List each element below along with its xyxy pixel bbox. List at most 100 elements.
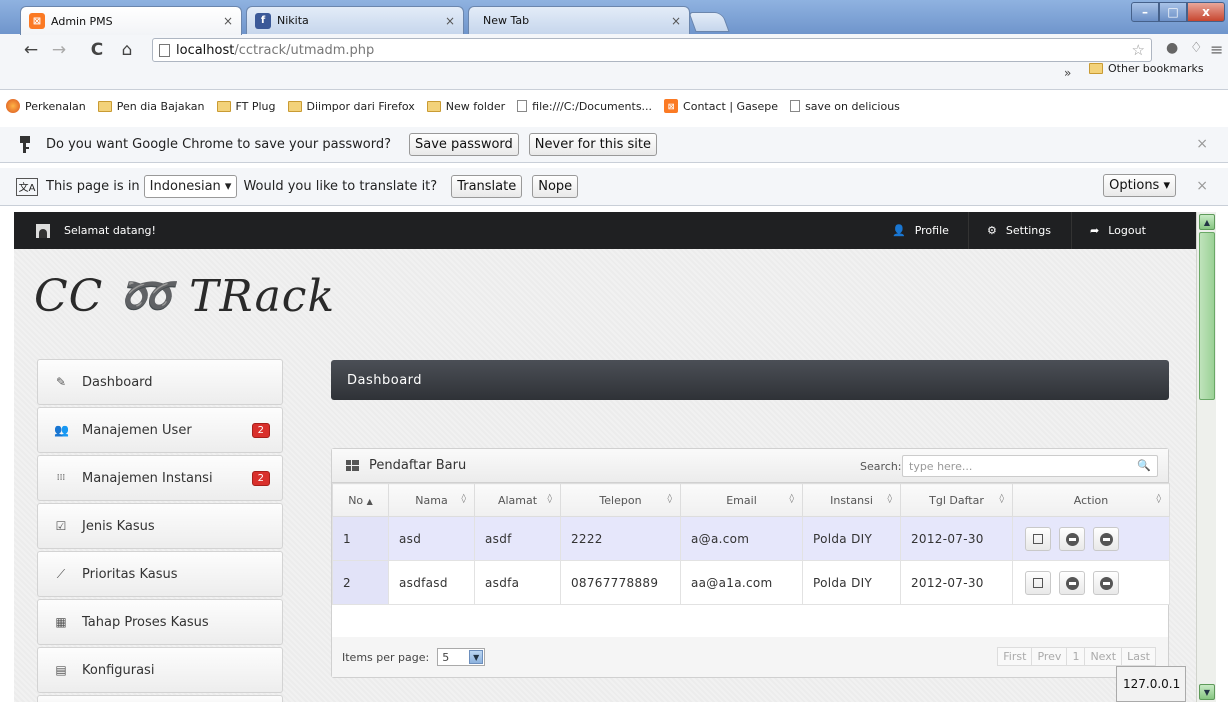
close-icon[interactable]: × bbox=[671, 14, 681, 28]
pager-first[interactable]: First bbox=[997, 647, 1033, 666]
sidebar-item[interactable] bbox=[37, 695, 283, 702]
pager-last[interactable]: Last bbox=[1121, 647, 1156, 666]
bookmark-item[interactable]: New folder bbox=[426, 100, 505, 113]
bookmark-item[interactable]: Pen dia Bajakan bbox=[97, 100, 205, 113]
column-header-email[interactable]: Email ◊ bbox=[680, 483, 803, 517]
pager-next[interactable]: Next bbox=[1084, 647, 1123, 666]
scroll-down-button[interactable]: ▼ bbox=[1199, 684, 1215, 700]
nope-button[interactable]: Nope bbox=[532, 175, 579, 198]
delete-button[interactable] bbox=[1093, 570, 1120, 595]
reload-button[interactable]: C bbox=[86, 40, 108, 60]
bell-icon[interactable]: ♢ bbox=[1190, 40, 1203, 56]
delete-button[interactable] bbox=[1093, 526, 1120, 551]
translate-icon: 文A bbox=[16, 177, 38, 196]
other-bookmarks[interactable]: Other bookmarks bbox=[1089, 62, 1204, 75]
gear-icon: ⚙ bbox=[987, 224, 997, 237]
column-header-nama[interactable]: Nama ◊ bbox=[388, 483, 475, 517]
bookmarks-overflow-button[interactable]: » bbox=[1064, 66, 1071, 80]
tab-new-tab[interactable]: New Tab × bbox=[468, 6, 690, 34]
scroll-up-button[interactable]: ▲ bbox=[1199, 214, 1215, 230]
sidebar-item-label: Manajemen User bbox=[82, 422, 192, 438]
table-row: 1 asd asdf 2222 a@a.com Polda DIY 2012-0… bbox=[332, 516, 1170, 561]
back-button[interactable]: ← bbox=[20, 40, 42, 60]
pager-page-1[interactable]: 1 bbox=[1066, 647, 1086, 666]
count-badge: 2 bbox=[251, 423, 270, 438]
column-header-instansi[interactable]: Instansi ◊ bbox=[802, 483, 901, 517]
folder-icon bbox=[1089, 63, 1103, 74]
sidebar-item-manajemen-instansi[interactable]: ⁞⁞⁞ Manajemen Instansi 2 bbox=[37, 455, 283, 501]
close-icon[interactable]: × bbox=[223, 14, 233, 28]
sidebar-item-konfigurasi[interactable]: ▤ Konfigurasi bbox=[37, 647, 283, 693]
password-infobar: Do you want Google Chrome to save your p… bbox=[0, 127, 1228, 163]
nav-logout[interactable]: ➦ Logout bbox=[1071, 212, 1164, 249]
user-icon bbox=[36, 223, 50, 238]
folder-icon bbox=[287, 100, 302, 112]
close-icon[interactable]: × bbox=[1196, 136, 1208, 152]
scrollbar-thumb[interactable] bbox=[1199, 232, 1215, 400]
tab-label: Admin PMS bbox=[51, 14, 113, 28]
disable-button[interactable] bbox=[1059, 526, 1086, 551]
translate-button[interactable]: Translate bbox=[451, 175, 523, 198]
facebook-icon: f bbox=[255, 12, 271, 29]
pager-prev[interactable]: Prev bbox=[1031, 647, 1068, 666]
translate-infobar: 文A This page is in Indonesian ▾ Would yo… bbox=[0, 168, 1228, 206]
maximize-button[interactable]: □ bbox=[1159, 2, 1187, 22]
language-select[interactable]: Indonesian ▾ bbox=[143, 175, 238, 198]
new-tab-button[interactable] bbox=[688, 12, 730, 32]
minus-circle-icon bbox=[1066, 576, 1080, 590]
items-per-page-select[interactable]: 5 ▼ bbox=[437, 648, 486, 666]
edit-button[interactable] bbox=[1025, 570, 1051, 595]
tab-nikita[interactable]: f Nikita × bbox=[246, 6, 464, 34]
edit-button[interactable] bbox=[1025, 526, 1051, 551]
xampp-icon: ⊠ bbox=[29, 13, 45, 29]
sidebar-item-jenis-kasus[interactable]: ☑ Jenis Kasus bbox=[37, 503, 283, 549]
sidebar-item-dashboard[interactable]: ✎ Dashboard bbox=[37, 359, 283, 405]
edit-icon bbox=[1033, 577, 1043, 588]
top-navbar: Selamat datang! 👤 Profile ⚙ Settings ➦ Logo… bbox=[14, 212, 1196, 249]
items-per-page-label: Items per page: bbox=[342, 650, 430, 664]
blocks-icon: ▦ bbox=[55, 615, 67, 629]
minimize-button[interactable]: – bbox=[1131, 2, 1159, 22]
star-icon[interactable]: ☆ bbox=[1132, 41, 1145, 59]
extension-icon[interactable]: ● bbox=[1166, 40, 1178, 56]
window-close-button[interactable]: x bbox=[1187, 2, 1225, 22]
bookmark-item[interactable]: FT Plug bbox=[216, 100, 276, 113]
users-icon: 👥 bbox=[54, 423, 69, 437]
sidebar-item-manajemen-user[interactable]: 👥 Manajemen User 2 bbox=[37, 407, 283, 453]
column-header-no[interactable]: No ▲ bbox=[332, 483, 389, 517]
tab-admin-pms[interactable]: ⊠ Admin PMS × bbox=[20, 6, 242, 35]
bookmark-item[interactable]: Perkenalan bbox=[6, 99, 86, 113]
column-header-telepon[interactable]: Telepon ◊ bbox=[560, 483, 681, 517]
close-icon[interactable]: × bbox=[1196, 178, 1208, 194]
chevron-down-icon: ▼ bbox=[469, 650, 484, 664]
column-header-tgl-daftar[interactable]: Tgl Daftar ◊ bbox=[900, 483, 1013, 517]
home-button[interactable]: ⌂ bbox=[116, 40, 138, 60]
page-scrollbar[interactable]: ▲ ▼ bbox=[1196, 212, 1216, 702]
sidebar-item-prioritas-kasus[interactable]: ⟋ Prioritas Kasus bbox=[37, 551, 283, 597]
options-button[interactable]: Options ▾ bbox=[1103, 174, 1176, 197]
save-password-button[interactable]: Save password bbox=[409, 133, 519, 156]
address-host: localhost bbox=[176, 42, 235, 58]
status-url: 127.0.0.1 bbox=[1116, 666, 1186, 702]
disable-button[interactable] bbox=[1059, 570, 1086, 595]
browser-titlebar: ⊠ Admin PMS × f Nikita × New Tab × – □ x bbox=[0, 0, 1228, 35]
close-icon[interactable]: × bbox=[445, 14, 455, 28]
wrench-menu-icon[interactable]: ≡ bbox=[1210, 40, 1223, 59]
bookmark-item[interactable]: Diimpor dari Firefox bbox=[287, 100, 415, 113]
forward-button[interactable]: → bbox=[48, 40, 70, 60]
column-header-action[interactable]: Action ◊ bbox=[1012, 483, 1170, 517]
search-input[interactable]: type here... 🔍 bbox=[902, 455, 1158, 477]
user-icon: 👤 bbox=[892, 224, 906, 237]
nav-settings[interactable]: ⚙ Settings bbox=[968, 212, 1069, 249]
address-bar[interactable]: localhost/cctrack/utmadm.php ☆ bbox=[152, 38, 1152, 62]
pagination: First Prev 1 Next Last bbox=[997, 647, 1156, 666]
bookmark-item[interactable]: save on delicious bbox=[790, 100, 900, 113]
bookmark-item[interactable]: file:///C:/Documents... bbox=[517, 100, 652, 113]
column-header-alamat[interactable]: Alamat ◊ bbox=[474, 483, 561, 517]
bookmark-item[interactable]: ⊠ Contact | Gasepe bbox=[664, 99, 778, 113]
sidebar-item-tahap-proses-kasus[interactable]: ▦ Tahap Proses Kasus bbox=[37, 599, 283, 645]
never-for-this-site-button[interactable]: Never for this site bbox=[528, 133, 658, 156]
nav-profile[interactable]: 👤 Profile bbox=[874, 212, 967, 249]
count-badge: 2 bbox=[251, 471, 270, 486]
site-logo[interactable]: CC ➿ TRack bbox=[34, 270, 335, 322]
